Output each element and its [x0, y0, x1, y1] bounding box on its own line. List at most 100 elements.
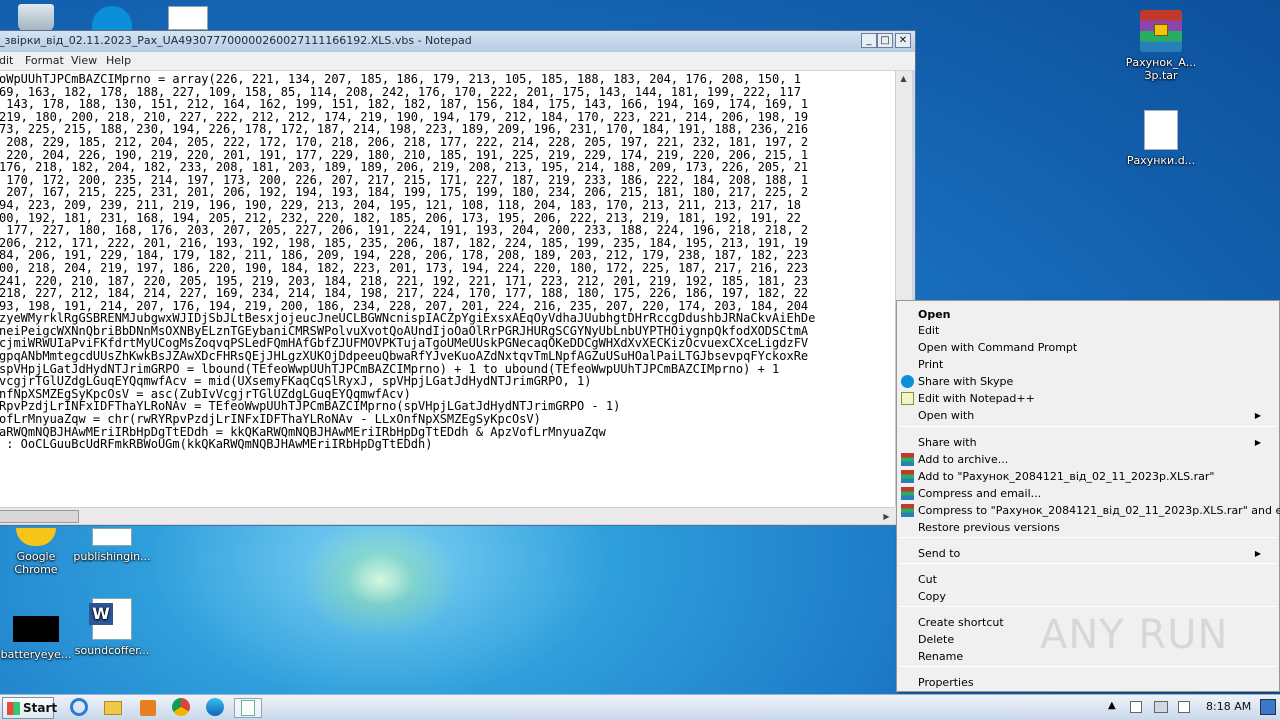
submenu-arrow-icon: ▶	[1254, 438, 1261, 447]
menu-item-label: Open	[918, 308, 951, 321]
menu-item-edit-with-notepadpp[interactable]: Edit with Notepad++	[918, 390, 1269, 407]
taskbar: Start ▲ 8:18 AM	[0, 694, 1280, 720]
menu-item-compress-to-rar-and-email[interactable]: Compress to "Рахунок_2084121_від_02_11_2…	[918, 502, 1280, 519]
start-button[interactable]: Start	[2, 697, 58, 719]
menu-separator	[899, 426, 1277, 427]
action-center-flag-icon[interactable]	[1130, 701, 1142, 713]
notepad-taskbar-icon[interactable]	[234, 698, 262, 718]
soundcoffee-desktop-icon[interactable]: W soundcoffer...	[72, 598, 152, 657]
show-desktop-button[interactable]	[1260, 699, 1276, 715]
menu-item-label: Open with	[918, 409, 975, 422]
menu-item-label: Open with Command Prompt	[918, 341, 1078, 354]
code-line: : OoCLGuuBcUdRFmkRBWoUGm(kkQKaRWQmNQBJHA…	[0, 437, 433, 452]
menu-item-share-with[interactable]: Share with ▶	[918, 434, 1269, 451]
start-label: Start	[23, 701, 58, 715]
maximize-button[interactable]: □	[877, 33, 893, 48]
menu-item-share-with-skype[interactable]: Share with Skype	[918, 373, 1269, 390]
menu-item-label: Rename	[918, 650, 964, 663]
rar-archive-desktop-icon[interactable]: Рахунок_А... Зр.tar	[1121, 10, 1201, 82]
menu-item-add-to-archive[interactable]: Add to archive...	[918, 451, 1269, 468]
edge-taskbar-icon[interactable]	[206, 698, 226, 718]
explorer-taskbar-icon[interactable]	[104, 698, 124, 718]
ie-taskbar-icon[interactable]	[70, 698, 90, 718]
menu-item-label: Compress to "Рахунок_2084121_від_02_11_2…	[918, 504, 1280, 517]
menu-separator	[899, 606, 1277, 607]
word-w-icon: W	[89, 603, 113, 625]
menu-item-send-to[interactable]: Send to ▶	[918, 545, 1269, 562]
menu-item-properties[interactable]: Properties	[918, 674, 1269, 691]
menu-item-label: Add to "Рахунок_2084121_від_02_11_2023р.…	[918, 470, 1215, 483]
rar-archive-label: Рахунок_А... Зр.tar	[1125, 56, 1197, 82]
menu-edit[interactable]: dit	[0, 54, 13, 67]
notepad-titlebar[interactable]: _звірки_від_02.11.2023_Рах_UA49307770000…	[0, 31, 915, 52]
soundcoffee-label: soundcoffer...	[74, 644, 150, 657]
submenu-arrow-icon: ▶	[1254, 549, 1261, 558]
menu-item-restore-previous-versions[interactable]: Restore previous versions	[918, 519, 1269, 536]
notepadpp-icon	[901, 392, 914, 405]
menu-item-open-with-command-prompt[interactable]: Open with Command Prompt	[918, 339, 1269, 356]
menu-item-copy[interactable]: Copy	[918, 588, 1269, 605]
menu-item-label: Delete	[918, 633, 955, 646]
menu-item-open[interactable]: Open	[918, 306, 1269, 323]
taskbar-clock[interactable]: 8:18 AM	[1206, 700, 1251, 713]
menu-separator	[899, 537, 1277, 538]
horizontal-scrollbar[interactable]: ▶	[0, 507, 895, 524]
menu-item-print[interactable]: Print	[918, 356, 1269, 373]
text-editor[interactable]: oWpUUhTJPCmBAZCIMprno = array(226, 221, …	[0, 71, 895, 507]
doc-file-label: Рахунки.d...	[1126, 154, 1196, 167]
scroll-up-arrow-icon[interactable]: ▲	[896, 71, 911, 86]
publishing-label: publishingin...	[73, 550, 151, 563]
battery-desktop-icon[interactable]: batteryeye...	[0, 614, 76, 661]
horizontal-scroll-thumb[interactable]	[0, 510, 79, 523]
volume-icon[interactable]	[1178, 701, 1190, 713]
chrome-taskbar-icon[interactable]	[172, 698, 192, 718]
menu-help[interactable]: Help	[106, 54, 131, 67]
menu-item-label: Send to	[918, 547, 961, 560]
network-icon[interactable]	[1154, 701, 1168, 713]
menu-item-cut[interactable]: Cut	[918, 571, 1269, 588]
google-chrome-desktop-icon[interactable]: Google Chrome	[0, 528, 76, 576]
publishing-desktop-icon[interactable]: publishingin...	[72, 528, 152, 563]
menu-item-edit[interactable]: Edit	[918, 322, 1269, 339]
doc-file-desktop-icon[interactable]: Рахунки.d...	[1121, 110, 1201, 167]
menu-view[interactable]: View	[71, 54, 97, 67]
menu-item-label: Create shortcut	[918, 616, 1004, 629]
close-button[interactable]: ✕	[895, 33, 911, 48]
menu-item-label: Compress and email...	[918, 487, 1042, 500]
show-hidden-icons-icon[interactable]: ▲	[1108, 700, 1116, 711]
winrar-icon	[901, 470, 914, 483]
anyrun-watermark: ANY RUN	[1040, 612, 1229, 658]
editor-content: oWpUUhTJPCmBAZCIMprno = array(226, 221, …	[0, 71, 895, 451]
menu-bar: dit Format View Help	[0, 52, 915, 70]
window-title: _звірки_від_02.11.2023_Рах_UA49307770000…	[0, 34, 472, 47]
battery-label: batteryeye...	[0, 648, 72, 661]
menu-item-label: Copy	[918, 590, 946, 603]
menu-separator	[899, 666, 1277, 667]
wallpaper-glow	[300, 520, 460, 640]
menu-item-label: Share with	[918, 436, 977, 449]
menu-item-label: Properties	[918, 676, 974, 689]
menu-item-label: Cut	[918, 573, 937, 586]
windows-logo-icon	[7, 702, 20, 715]
skype-icon	[901, 375, 914, 388]
menu-item-label: Edit with Notepad++	[918, 392, 1035, 405]
menu-item-label: Print	[918, 358, 944, 371]
notepad-window[interactable]: _звірки_від_02.11.2023_Рах_UA49307770000…	[0, 30, 916, 526]
media-player-taskbar-icon[interactable]	[138, 698, 158, 718]
scroll-right-arrow-icon[interactable]: ▶	[879, 509, 894, 524]
submenu-arrow-icon: ▶	[1254, 411, 1261, 420]
menu-item-label: Edit	[918, 324, 940, 337]
menu-item-label: Share with Skype	[918, 375, 1014, 388]
google-chrome-label: Google Chrome	[14, 550, 58, 576]
winrar-icon	[901, 453, 914, 466]
menu-separator	[899, 563, 1277, 564]
winrar-icon	[901, 487, 914, 500]
menu-item-open-with[interactable]: Open with ▶	[918, 407, 1269, 424]
menu-item-compress-and-email[interactable]: Compress and email...	[918, 485, 1269, 502]
winrar-icon	[901, 504, 914, 517]
menu-item-label: Restore previous versions	[918, 521, 1060, 534]
menu-format[interactable]: Format	[25, 54, 64, 67]
minimize-button[interactable]: _	[861, 33, 877, 48]
menu-item-label: Add to archive...	[918, 453, 1009, 466]
menu-item-add-to-rar[interactable]: Add to "Рахунок_2084121_від_02_11_2023р.…	[918, 468, 1269, 485]
